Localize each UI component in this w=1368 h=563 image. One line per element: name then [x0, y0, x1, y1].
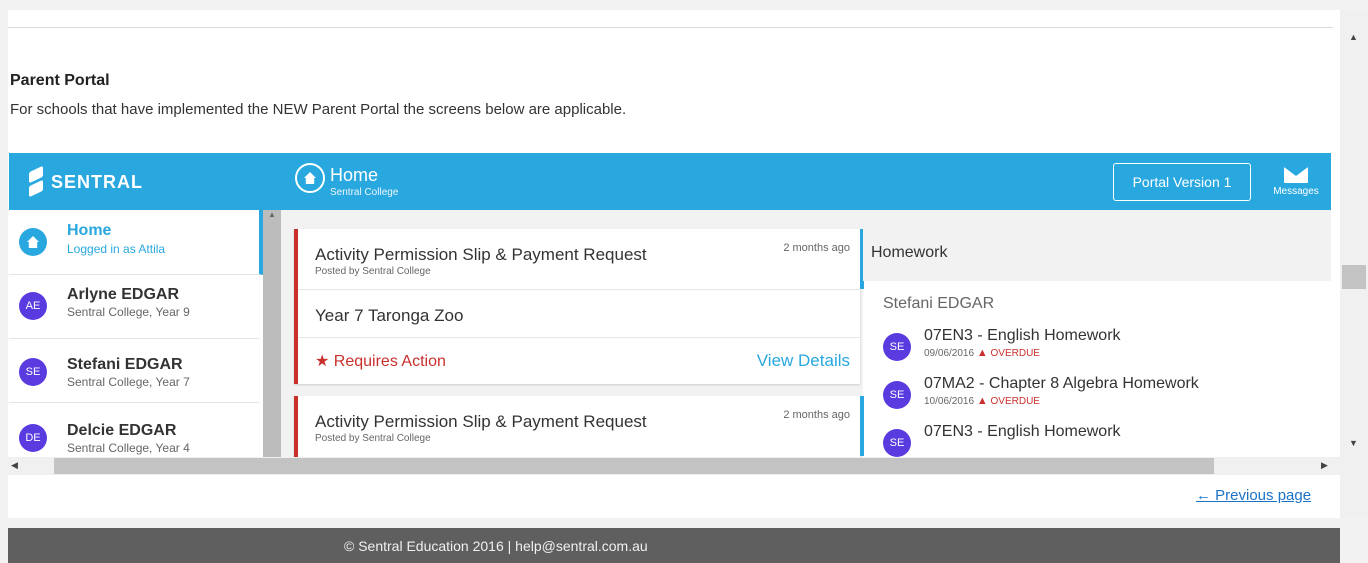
- homework-date: 10/06/2016: [924, 396, 975, 407]
- scroll-down-icon[interactable]: ▼: [1349, 438, 1358, 448]
- avatar: DE: [19, 424, 47, 452]
- divider: [298, 337, 860, 338]
- horizontal-scrollbar[interactable]: ◀ ▶: [8, 457, 1340, 475]
- messages-button[interactable]: Messages: [1271, 167, 1321, 197]
- homework-name: 07EN3 - English Homework: [924, 423, 1121, 440]
- homework-panel: Stefani EDGAR SE 07EN3 - English Homewor…: [873, 281, 1331, 457]
- sidebar: Home Logged in as Attila AE Arlyne EDGAR…: [9, 210, 263, 457]
- brand-name: SENTRAL: [51, 171, 143, 192]
- requires-action: ★ Requires Action: [315, 351, 446, 371]
- card-time: 2 months ago: [783, 242, 850, 254]
- warning-icon: ▲: [976, 347, 988, 359]
- star-icon: ★: [315, 353, 330, 370]
- sidebar-scrollbar[interactable]: ▲: [263, 210, 281, 457]
- previous-page-link[interactable]: ← Previous page: [1196, 487, 1311, 504]
- sidebar-item-label: Stefani EDGAR: [67, 356, 183, 373]
- divider: [8, 27, 1333, 28]
- sidebar-item-label: Delcie EDGAR: [67, 422, 177, 439]
- scroll-up-icon[interactable]: ▲: [1349, 32, 1358, 42]
- avatar: SE: [883, 381, 911, 409]
- card-title: Activity Permission Slip & Payment Reque…: [315, 412, 647, 431]
- homework-meta: 10/06/2016 ▲ OVERDUE: [924, 395, 1040, 407]
- divider: [298, 289, 860, 290]
- scroll-up-icon[interactable]: ▲: [268, 210, 276, 219]
- sidebar-item-arlyne[interactable]: AE Arlyne EDGAR Sentral College, Year 9: [9, 274, 259, 339]
- messages-label: Messages: [1273, 186, 1319, 197]
- overdue-badge: OVERDUE: [990, 348, 1040, 359]
- header-title: Home: [330, 165, 379, 185]
- sidebar-item-label: Arlyne EDGAR: [67, 286, 180, 303]
- notice-feed: Activity Permission Slip & Payment Reque…: [281, 210, 864, 457]
- avatar: SE: [883, 429, 911, 457]
- card-time: 2 months ago: [783, 409, 850, 421]
- card-accent: [860, 396, 864, 456]
- sidebar-item-subtitle: Sentral College, Year 4: [67, 441, 190, 455]
- homework-name: 07EN3 - English Homework: [924, 327, 1121, 344]
- scroll-right-icon[interactable]: ▶: [1321, 460, 1328, 471]
- card-body: Year 7 Taronga Zoo: [315, 306, 464, 325]
- intro-text: For schools that have implemented the NE…: [10, 101, 627, 118]
- card-posted-by: Posted by Sentral College: [315, 433, 431, 444]
- view-details-link[interactable]: View Details: [757, 351, 850, 371]
- sidebar-item-label: Home: [67, 222, 112, 239]
- vertical-scrollbar[interactable]: ▲ ▼: [1340, 10, 1368, 518]
- header-subtitle: Sentral College: [330, 187, 399, 198]
- app-header: SENTRAL Home Sentral College Portal Vers…: [9, 153, 1331, 210]
- footer: © Sentral Education 2016 | help@sentral.…: [8, 528, 1340, 563]
- sidebar-item-delcie[interactable]: DE Delcie EDGAR Sentral College, Year 4: [9, 402, 259, 457]
- portal-screenshot: SENTRAL Home Sentral College Portal Vers…: [9, 153, 1331, 457]
- card-title: Activity Permission Slip & Payment Reque…: [315, 245, 647, 264]
- overdue-badge: OVERDUE: [990, 396, 1040, 407]
- scroll-thumb[interactable]: [1342, 265, 1366, 289]
- warning-icon: ▲: [976, 395, 988, 407]
- home-icon[interactable]: [295, 163, 325, 193]
- notice-card[interactable]: Activity Permission Slip & Payment Reque…: [294, 229, 864, 384]
- requires-action-label: Requires Action: [333, 353, 446, 370]
- homework-name: 07MA2 - Chapter 8 Algebra Homework: [924, 375, 1199, 392]
- scroll-thumb[interactable]: [54, 458, 1214, 474]
- homework-item[interactable]: SE 07MA2 - Chapter 8 Algebra Homework 10…: [883, 375, 1323, 415]
- sidebar-item-subtitle: Sentral College, Year 7: [67, 375, 190, 389]
- notice-card[interactable]: Activity Permission Slip & Payment Reque…: [294, 396, 864, 457]
- sentral-logo: SENTRAL: [27, 167, 143, 197]
- sidebar-item-home[interactable]: Home Logged in as Attila: [9, 210, 263, 275]
- homework-item[interactable]: SE 07EN3 - English Homework: [883, 423, 1323, 457]
- portal-version-button[interactable]: Portal Version 1: [1113, 163, 1251, 201]
- homework-header: Homework: [863, 210, 1331, 281]
- scroll-left-icon[interactable]: ◀: [11, 460, 18, 471]
- sidebar-item-stefani[interactable]: SE Stefani EDGAR Sentral College, Year 7: [9, 338, 259, 403]
- sentral-logo-icon: [27, 167, 45, 197]
- homework-date: 09/06/2016: [924, 348, 975, 359]
- sidebar-item-subtitle: Logged in as Attila: [67, 242, 166, 256]
- page-title: Parent Portal: [10, 72, 110, 89]
- card-posted-by: Posted by Sentral College: [315, 266, 431, 277]
- footer-text: © Sentral Education 2016 | help@sentral.…: [344, 538, 648, 554]
- home-icon: [19, 228, 47, 256]
- homework-item[interactable]: SE 07EN3 - English Homework 09/06/2016 ▲…: [883, 327, 1323, 367]
- homework-student: Stefani EDGAR: [883, 295, 995, 312]
- avatar: SE: [883, 333, 911, 361]
- avatar: AE: [19, 292, 47, 320]
- homework-title: Homework: [871, 244, 948, 261]
- sidebar-item-subtitle: Sentral College, Year 9: [67, 305, 190, 319]
- homework-meta: 09/06/2016 ▲ OVERDUE: [924, 347, 1040, 359]
- avatar: SE: [19, 358, 47, 386]
- envelope-icon: [1284, 167, 1308, 183]
